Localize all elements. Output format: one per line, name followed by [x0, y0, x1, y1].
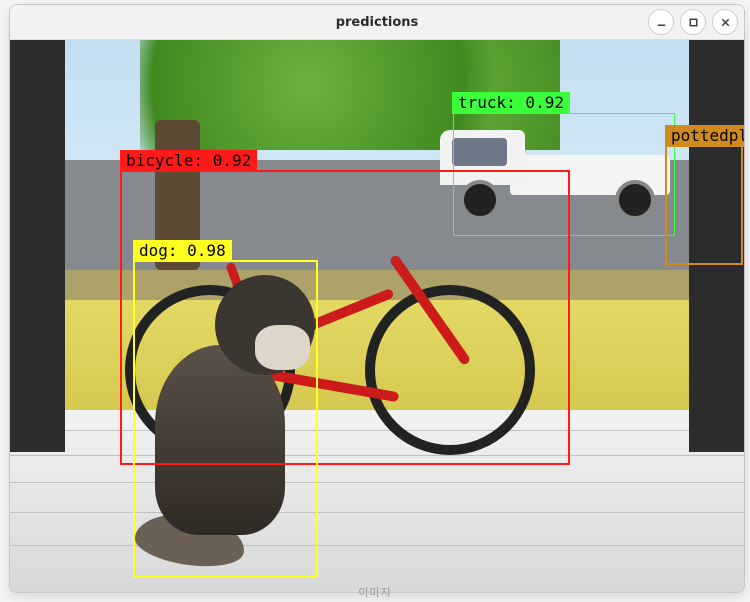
bbox-label-truck: truck: 0.92: [452, 92, 570, 114]
image-viewer-window: predictions: [9, 4, 745, 593]
titlebar[interactable]: predictions: [10, 5, 744, 40]
bbox-label-dog: dog: 0.98: [133, 240, 232, 262]
scene-pillar-left: [10, 40, 65, 452]
bbox-label-pottedplant: pottedpla: [665, 125, 745, 147]
bbox-label-bicycle: bicycle: 0.92: [120, 150, 257, 172]
page-footer-text: 이미지: [0, 584, 750, 600]
minimize-button[interactable]: [648, 9, 674, 35]
maximize-icon: [688, 17, 699, 28]
close-button[interactable]: [712, 9, 738, 35]
close-icon: [720, 17, 731, 28]
image-content: truck: 0.92 pottedpla bicycle: 0.92 dog: 0.…: [10, 40, 744, 592]
bbox-pottedplant: pottedpla: [665, 145, 743, 265]
maximize-button[interactable]: [680, 9, 706, 35]
bbox-dog: dog: 0.98: [133, 260, 318, 578]
window-controls: [648, 9, 738, 35]
minimize-icon: [656, 17, 667, 28]
window-title: predictions: [10, 15, 744, 30]
